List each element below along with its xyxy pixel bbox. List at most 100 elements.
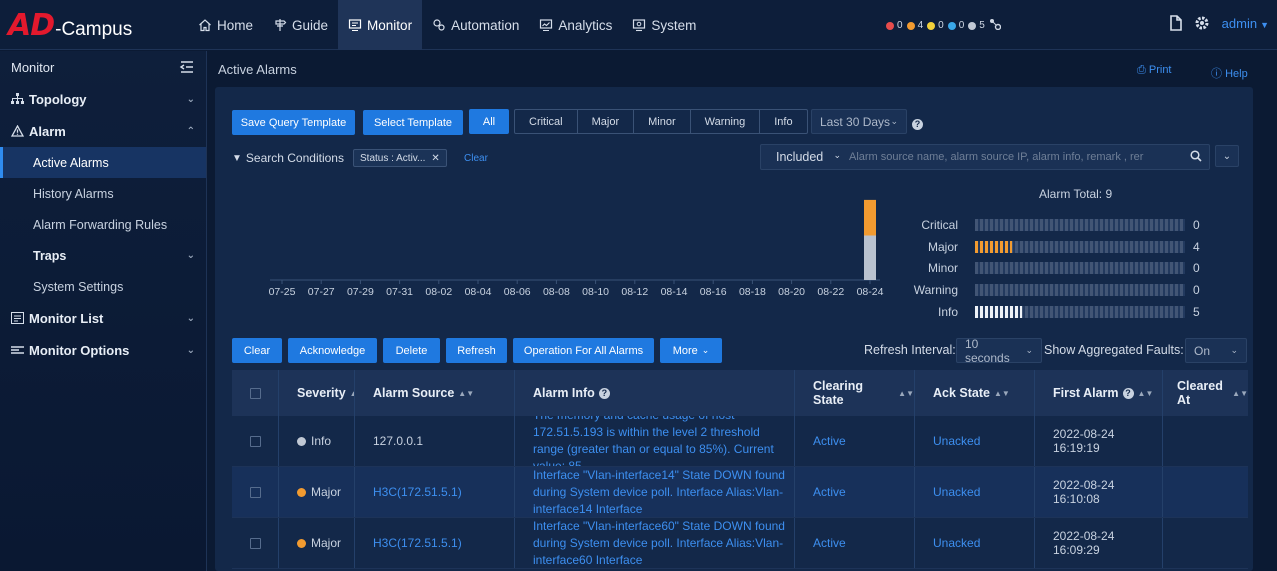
x-tick-label: 08-02 [425, 286, 452, 298]
sidebar-item-traps[interactable]: Traps ⌄ [0, 240, 206, 271]
clearing-state-link[interactable]: Active [813, 485, 846, 499]
status-count: 0 [897, 20, 903, 31]
nav-home[interactable]: Home [188, 0, 263, 50]
table-row[interactable]: Major H3C(172.51.5.1) Interface "Vlan-inte… [232, 467, 1248, 518]
refresh-interval-select[interactable]: 10 seconds ⌄ [956, 337, 1042, 365]
bar-major[interactable] [864, 199, 876, 236]
status-count: 4 [917, 20, 924, 31]
acknowledge-button[interactable]: Acknowledge [288, 338, 377, 363]
sidebar-item-topology[interactable]: Topology ⌄ [0, 83, 206, 115]
row-checkbox[interactable] [250, 435, 261, 447]
clear-button[interactable]: Clear [232, 338, 282, 363]
ack-state-cell: Unacked [915, 518, 1035, 568]
sidebar-item-label: System Settings [33, 279, 124, 294]
header-cleared-at[interactable]: Cleared At ▲▼ [1163, 370, 1248, 416]
nav-monitor[interactable]: Monitor [338, 0, 423, 50]
logo[interactable]: AD -Campus [8, 8, 132, 43]
select-all-checkbox[interactable] [250, 387, 261, 399]
sidebar-item-monitor-list[interactable]: Monitor List ⌄ [0, 302, 206, 334]
expand-search-button[interactable]: ⌄ [1215, 145, 1239, 167]
clearing-state-link[interactable]: Active [813, 536, 846, 550]
severity-row-warning: Warning 0 [905, 279, 1245, 301]
x-tick-label: 08-22 [817, 286, 844, 298]
table-row[interactable]: Info 127.0.0.1 The memory and cache usage … [232, 416, 1248, 467]
more-button[interactable]: More ⌄ [660, 338, 722, 363]
filter-all-button[interactable]: All [469, 109, 509, 134]
operation-all-alarms-button[interactable]: Operation For All Alarms [513, 338, 654, 363]
sidebar-item-forwarding-rules[interactable]: Alarm Forwarding Rules [0, 209, 206, 240]
clear-conditions-link[interactable]: Clear [464, 153, 488, 164]
refresh-interval-label: Refresh Interval: [864, 343, 956, 357]
help-link[interactable]: ⓘ Help [1211, 65, 1248, 81]
chevron-down-icon: ⌄ [186, 93, 195, 105]
row-checkbox[interactable] [250, 537, 261, 549]
close-icon[interactable]: ✕ [431, 153, 439, 164]
severity-text: Major [311, 485, 342, 499]
delete-button[interactable]: Delete [383, 338, 440, 363]
filter-info-button[interactable]: Info [760, 110, 806, 133]
nav-analytics[interactable]: Analytics [529, 0, 622, 50]
bar-info[interactable] [864, 235, 876, 281]
first-alarm-time: 2022-08-24 16:10:08 [1053, 478, 1115, 506]
filter-minor-button[interactable]: Minor [634, 110, 691, 133]
header-label: Ack State [933, 386, 990, 400]
alarm-info-link[interactable]: Interface "Vlan-interface60" State DOWN … [533, 518, 794, 568]
ack-state-link[interactable]: Unacked [933, 536, 980, 550]
header-first-alarm[interactable]: First Alarm? ▲▼ [1035, 370, 1163, 416]
sort-icon: ▲▼ [993, 388, 1010, 398]
aggregated-faults-select[interactable]: On ⌄ [1185, 338, 1247, 363]
signpost-icon [273, 18, 287, 32]
sidebar-item-system-settings[interactable]: System Settings [0, 271, 206, 302]
gear-icon[interactable] [1194, 15, 1210, 31]
severity-cell: Major [279, 467, 355, 517]
filter-major-button[interactable]: Major [578, 110, 635, 133]
search-icon[interactable] [1183, 149, 1209, 165]
sidebar-item-label: Traps [33, 248, 67, 263]
row-checkbox[interactable] [250, 486, 261, 498]
alarm-info-link[interactable]: The memory and cache usage of host 172.5… [533, 416, 794, 466]
question-icon[interactable]: ? [1122, 387, 1134, 399]
filter-warning-button[interactable]: Warning [691, 110, 761, 133]
user-menu[interactable]: admin ▼ [1222, 16, 1269, 31]
severity-count: 0 [1193, 283, 1200, 298]
alarm-source[interactable]: H3C(172.51.5.1) [373, 485, 462, 499]
alarm-status-summary[interactable]: 0 4 0 0 5 [886, 18, 1002, 33]
refresh-button[interactable]: Refresh [446, 338, 507, 363]
included-select[interactable]: Included ⌄ [761, 150, 849, 164]
date-range-select[interactable]: Last 30 Days ⌄ [811, 109, 907, 134]
header-clearing-state[interactable]: Clearing State ▲▼ [795, 370, 915, 416]
search-conditions-toggle[interactable]: ▼ Search Conditions [232, 151, 344, 165]
table-row[interactable]: Major H3C(172.51.5.1) Interface "Vlan-inte… [232, 518, 1248, 569]
question-icon[interactable]: ? [912, 119, 923, 130]
alarm-source[interactable]: H3C(172.51.5.1) [373, 536, 462, 550]
chevron-down-icon: ⌄ [186, 312, 195, 324]
sidebar-item-active-alarms[interactable]: Active Alarms [0, 147, 206, 178]
clearing-state-cell: Active [795, 518, 915, 568]
header-ack-state[interactable]: Ack State ▲▼ [915, 370, 1035, 416]
filter-critical-button[interactable]: Critical [515, 110, 578, 133]
nav-guide[interactable]: Guide [263, 0, 338, 50]
clearing-state-cell: Active [795, 416, 915, 466]
ack-state-link[interactable]: Unacked [933, 434, 980, 448]
collapse-menu-icon[interactable] [179, 60, 195, 74]
x-tick-label: 08-12 [621, 286, 648, 298]
options-icon [11, 346, 24, 354]
question-icon[interactable]: ? [598, 387, 610, 399]
sidebar-item-alarm[interactable]: Alarm ⌃ [0, 115, 206, 147]
alarm-info-link[interactable]: Interface "Vlan-interface14" State DOWN … [533, 467, 794, 517]
severity-label: Info [937, 305, 958, 320]
search-input[interactable]: Alarm source name, alarm source IP, alar… [849, 151, 1183, 163]
header-alarm-source[interactable]: Alarm Source ▲▼ [355, 370, 515, 416]
ack-state-link[interactable]: Unacked [933, 485, 980, 499]
condition-tag[interactable]: Status : Activ... ✕ [353, 149, 447, 167]
clearing-state-link[interactable]: Active [813, 434, 846, 448]
document-icon[interactable] [1168, 15, 1182, 31]
nav-automation[interactable]: Automation [422, 0, 529, 50]
save-query-template-button[interactable]: Save Query Template [232, 110, 355, 135]
print-link[interactable]: ⎙ Print [1137, 64, 1172, 77]
header-severity[interactable]: Severity▲▼ [279, 370, 355, 416]
nav-system[interactable]: System [622, 0, 706, 50]
select-template-button[interactable]: Select Template [363, 110, 463, 135]
sidebar-item-monitor-options[interactable]: Monitor Options ⌄ [0, 334, 206, 366]
sidebar-item-history-alarms[interactable]: History Alarms [0, 178, 206, 209]
